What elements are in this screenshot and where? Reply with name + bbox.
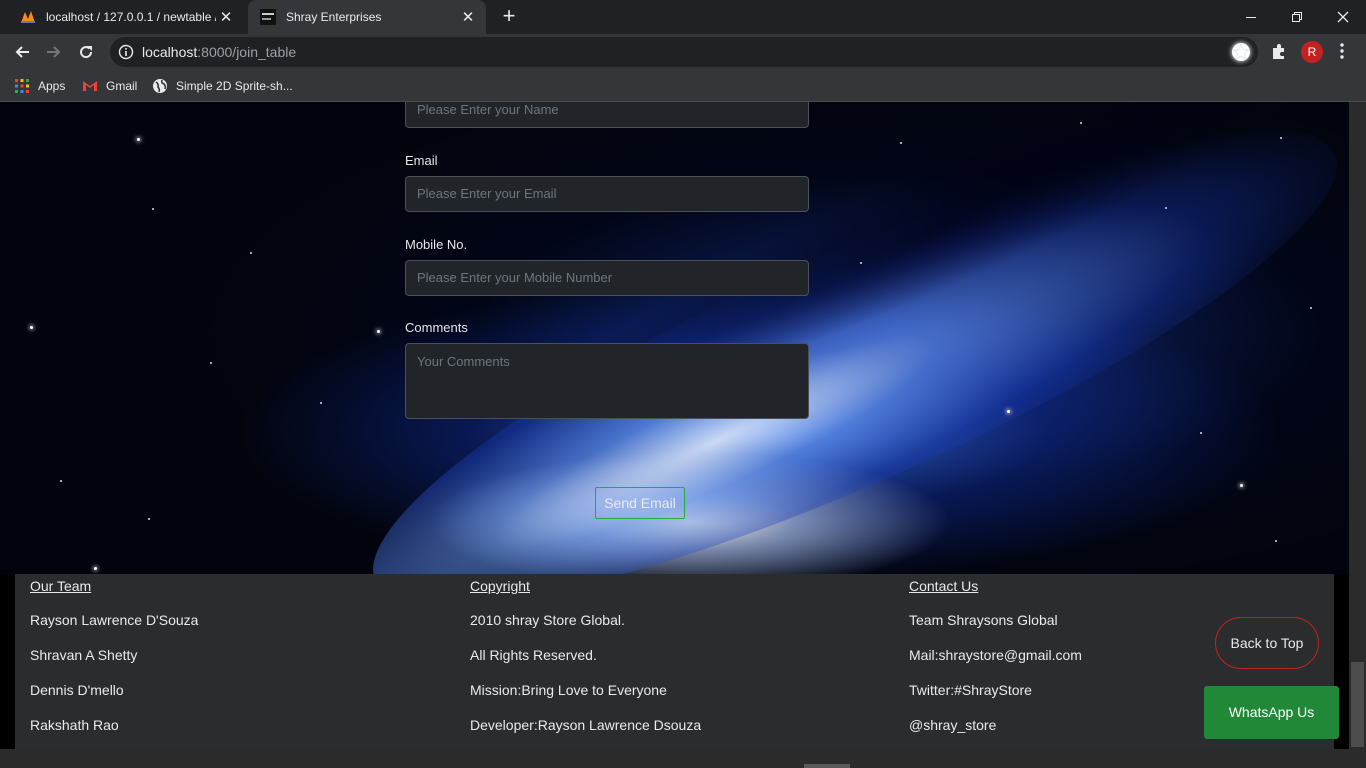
contact-line: Team Shraysons Global — [909, 612, 1058, 628]
bookmark-star-icon[interactable] — [1232, 43, 1250, 61]
star — [320, 402, 322, 404]
bookmark-gmail[interactable]: Gmail — [82, 76, 137, 96]
browser-toolbar: localhost:8000/join_table — [0, 34, 1366, 70]
galaxy-band — [328, 102, 1349, 574]
site-favicon-icon — [260, 9, 276, 25]
star — [900, 142, 902, 144]
team-member: Rakshath Rao — [30, 717, 119, 733]
close-window-icon[interactable] — [1320, 0, 1366, 34]
bookmark-sprite[interactable]: Simple 2D Sprite-sh... — [152, 76, 293, 96]
whatsapp-button[interactable]: WhatsApp Us — [1204, 686, 1339, 739]
tab-title: Shray Enterprises — [286, 10, 382, 24]
comments-textarea[interactable]: Your Comments — [405, 343, 809, 419]
restore-icon[interactable] — [1274, 0, 1320, 34]
star — [152, 208, 154, 210]
bookmarks-bar: Apps Gmail Simple 2D Sprite-sh... — [0, 70, 1366, 102]
scrollbar-thumb[interactable] — [804, 764, 850, 768]
vertical-scrollbar[interactable] — [1349, 102, 1366, 749]
star — [1080, 122, 1082, 124]
minimize-icon[interactable] — [1228, 0, 1274, 34]
copyright-heading[interactable]: Copyright — [470, 578, 530, 594]
contact-line: @shray_store — [909, 717, 997, 733]
back-arrow-icon[interactable] — [8, 38, 36, 66]
star — [1007, 410, 1010, 413]
star — [1275, 540, 1277, 542]
star — [860, 262, 862, 264]
email-input[interactable]: Please Enter your Email — [405, 176, 809, 212]
contact-line: Twitter:#ShrayStore — [909, 682, 1032, 698]
send-email-button[interactable]: Send Email — [595, 487, 685, 519]
page-viewport: Please Enter your Name Email Please Ente… — [0, 102, 1349, 749]
star — [60, 480, 62, 482]
copyright-line: Developer:Rayson Lawrence Dsouza — [470, 717, 702, 733]
forward-arrow-icon[interactable] — [40, 38, 68, 66]
star — [94, 567, 97, 570]
team-member: Dennis D'mello — [30, 682, 124, 698]
scrollbar-thumb[interactable] — [1351, 662, 1364, 747]
star — [30, 326, 33, 329]
bookmark-apps[interactable]: Apps — [14, 76, 65, 96]
star — [1280, 137, 1282, 139]
reload-icon[interactable] — [72, 38, 100, 66]
gmail-icon — [83, 81, 97, 91]
team-heading[interactable]: Our Team — [30, 578, 91, 594]
site-footer: Our Team Rayson Lawrence D'Souza Shravan… — [15, 574, 1339, 749]
tab-shray-enterprises[interactable]: Shray Enterprises ✕ — [248, 0, 486, 34]
copyright-line: All Rights Reserved. — [470, 647, 597, 663]
tab-title: localhost / 127.0.0.1 / newtable / — [46, 10, 216, 24]
close-tab-icon[interactable]: ✕ — [458, 8, 478, 26]
contact-line: Mail:shraystore@gmail.com — [909, 647, 1082, 663]
extensions-puzzle-icon[interactable] — [1270, 42, 1288, 60]
email-label: Email — [405, 153, 438, 168]
bookmark-label: Apps — [38, 79, 66, 93]
horizontal-scrollbar[interactable] — [0, 749, 1366, 768]
close-tab-icon[interactable]: ✕ — [216, 8, 236, 26]
address-bar[interactable]: localhost:8000/join_table — [110, 37, 1258, 67]
contact-heading[interactable]: Contact Us — [909, 578, 978, 594]
tab-strip: localhost / 127.0.0.1 / newtable / ✕ Shr… — [0, 0, 1366, 34]
profile-avatar[interactable]: R — [1301, 41, 1323, 63]
star — [210, 362, 212, 364]
star — [1165, 207, 1167, 209]
info-icon[interactable] — [118, 44, 134, 60]
team-member: Shravan A Shetty — [30, 647, 138, 663]
mobile-label: Mobile No. — [405, 237, 468, 252]
name-input[interactable]: Please Enter your Name — [405, 102, 809, 128]
copyright-line: Mission:Bring Love to Everyone — [470, 682, 667, 698]
bookmark-label: Simple 2D Sprite-sh... — [176, 79, 293, 93]
back-to-top-button[interactable]: Back to Top — [1215, 617, 1319, 669]
team-member: Rayson Lawrence D'Souza — [30, 612, 199, 628]
star — [1310, 307, 1312, 309]
mobile-input[interactable]: Please Enter your Mobile Number — [405, 260, 809, 296]
url-text: localhost:8000/join_table — [142, 44, 297, 60]
star — [137, 138, 140, 141]
bookmark-label: Gmail — [106, 79, 138, 93]
apps-grid-icon — [15, 79, 29, 93]
menu-kebab-icon[interactable] — [1338, 42, 1346, 60]
globe-icon — [153, 79, 167, 93]
star — [377, 330, 380, 333]
phpmyadmin-icon — [21, 11, 35, 23]
tab-phpmyadmin[interactable]: localhost / 127.0.0.1 / newtable / ✕ — [8, 0, 244, 34]
star — [148, 518, 150, 520]
comments-label: Comments — [405, 320, 468, 335]
star — [1200, 432, 1202, 434]
new-tab-icon[interactable]: + — [498, 5, 520, 28]
galaxy-background: Please Enter your Name Email Please Ente… — [0, 102, 1349, 574]
star — [250, 252, 252, 254]
star — [1240, 484, 1243, 487]
copyright-line: 2010 shray Store Global. — [470, 612, 625, 628]
